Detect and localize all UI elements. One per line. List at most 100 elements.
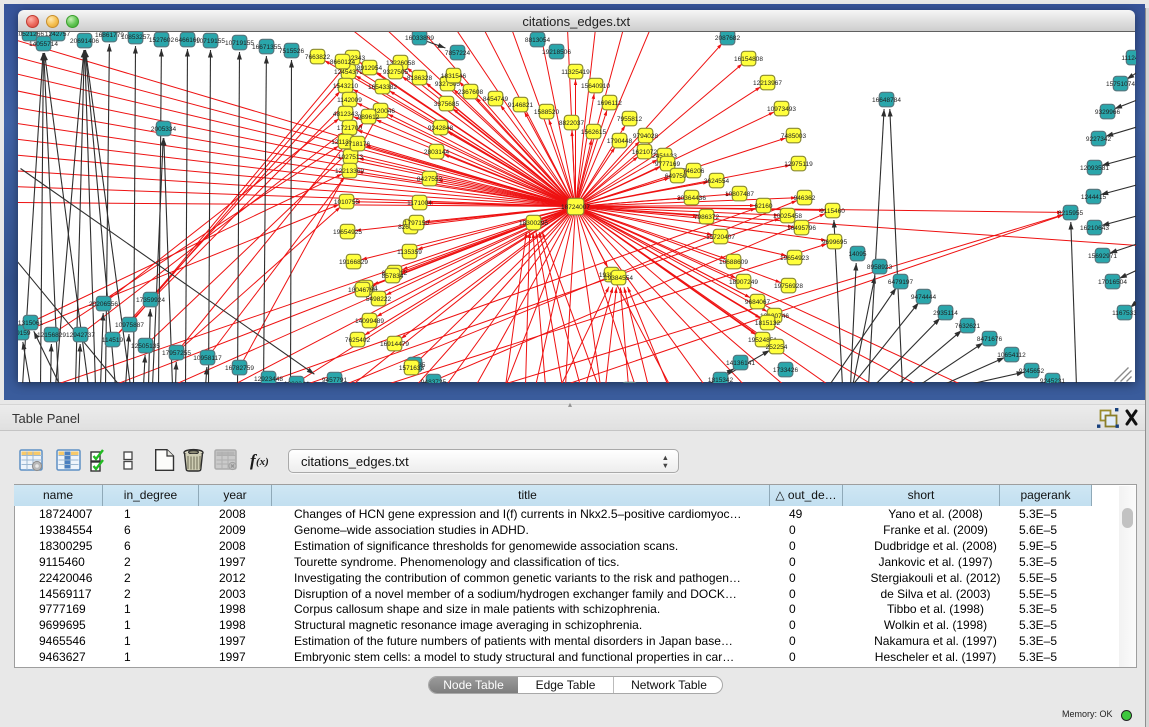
svg-text:7485003: 7485003 (780, 132, 806, 139)
svg-text:1790448: 1790448 (606, 137, 632, 144)
svg-text:1797150: 1797150 (403, 219, 429, 226)
svg-text:1733426: 1733426 (772, 366, 798, 373)
svg-text:252254: 252254 (765, 343, 787, 350)
svg-text:1527602: 1527602 (148, 36, 174, 43)
svg-text:9146821: 9146821 (507, 101, 533, 108)
svg-text:1815342: 1815342 (707, 376, 733, 382)
svg-text:9794028: 9794028 (632, 132, 658, 139)
svg-text:10719155: 10719155 (225, 39, 254, 46)
svg-text:989612: 989612 (357, 113, 379, 120)
svg-text:15640910: 15640910 (581, 82, 610, 89)
svg-text:19654925: 19654925 (333, 228, 362, 235)
svg-text:10654112: 10654112 (997, 351, 1026, 358)
svg-text:18907249: 18907249 (729, 278, 758, 285)
svg-text:15751074: 15751074 (1106, 80, 1135, 87)
svg-text:16648784: 16648784 (872, 96, 901, 103)
svg-text:1571633: 1571633 (398, 364, 424, 371)
svg-text:19756928: 19756928 (774, 282, 803, 289)
svg-text:9699695: 9699695 (821, 238, 847, 245)
svg-text:10958117: 10958117 (193, 354, 222, 361)
svg-text:(x): (x) (256, 456, 269, 468)
svg-text:1142009: 1142009 (337, 96, 362, 103)
svg-text:7625402: 7625402 (344, 336, 370, 343)
svg-text:14136141: 14136141 (726, 359, 755, 366)
svg-text:3624554: 3624554 (703, 177, 729, 184)
svg-text:946362: 946362 (793, 194, 815, 201)
svg-text:1292344: 1292344 (283, 380, 309, 382)
svg-text:2803144: 2803144 (423, 148, 449, 155)
svg-text:8813054: 8813054 (524, 36, 550, 43)
svg-text:16495796: 16495796 (787, 224, 816, 231)
svg-text:1831546: 1831546 (440, 72, 466, 79)
svg-text:7515526: 7515526 (278, 47, 304, 54)
svg-text:9474444: 9474444 (910, 293, 936, 300)
svg-text:9483725: 9483725 (420, 378, 446, 382)
svg-text:10973493: 10973493 (767, 105, 796, 112)
svg-text:7663822: 7663822 (304, 53, 330, 60)
svg-text:39159: 39159 (18, 329, 31, 336)
svg-text:14055714: 14055714 (29, 40, 58, 47)
svg-text:12975119: 12975119 (784, 160, 813, 167)
svg-text:8912954: 8912954 (356, 64, 382, 71)
svg-text:746206: 746206 (682, 167, 704, 174)
svg-text:12213369: 12213369 (335, 167, 364, 174)
svg-text:7955812: 7955812 (616, 115, 642, 122)
svg-text:5498222: 5498222 (365, 295, 391, 302)
svg-text:18300295: 18300295 (519, 219, 548, 226)
svg-text:10025458: 10025458 (773, 212, 802, 219)
svg-text:6479197: 6479197 (887, 278, 913, 285)
svg-text:8186328: 8186328 (406, 74, 432, 81)
svg-text:19218506: 19218506 (542, 48, 571, 55)
svg-text:1588520: 1588520 (533, 108, 559, 115)
svg-text:10853257: 10853257 (121, 33, 150, 40)
svg-text:16154808: 16154808 (734, 55, 763, 62)
svg-text:12156829: 12156829 (37, 331, 66, 338)
svg-text:19384554: 19384554 (604, 274, 633, 281)
svg-text:2367608: 2367608 (457, 88, 483, 95)
svg-text:16033809: 16033809 (405, 34, 434, 41)
svg-text:19654923: 19654923 (780, 254, 809, 261)
svg-text:10688609: 10688609 (719, 258, 748, 265)
svg-text:2935114: 2935114 (933, 309, 958, 316)
svg-text:8215955: 8215955 (1057, 209, 1083, 216)
svg-text:9777169: 9777169 (654, 160, 680, 167)
svg-text:20206556: 20206556 (89, 300, 118, 307)
svg-text:1815132: 1815132 (754, 319, 780, 326)
svg-text:12505135: 12505135 (131, 342, 160, 349)
svg-text:9242848: 9242848 (427, 124, 453, 131)
svg-text:16671355: 16671355 (252, 43, 281, 50)
svg-text:7986372: 7986372 (693, 213, 719, 220)
svg-text:11325419: 11325419 (561, 68, 590, 75)
svg-text:9684067: 9684067 (744, 298, 770, 305)
svg-text:9457791: 9457791 (321, 376, 347, 382)
svg-text:10975887: 10975887 (115, 321, 144, 328)
svg-text:20364436: 20364436 (677, 194, 706, 201)
svg-text:2087682: 2087682 (714, 34, 740, 41)
svg-text:15692971: 15692971 (1088, 252, 1117, 259)
svg-text:9245231: 9245231 (1039, 377, 1065, 382)
svg-text:1244415: 1244415 (1080, 193, 1106, 200)
svg-text:17957255: 17957255 (162, 349, 191, 356)
svg-text:10719155: 10719155 (196, 37, 225, 44)
svg-text:14099489: 14099489 (355, 317, 384, 324)
svg-text:9329966: 9329966 (1094, 108, 1120, 115)
svg-text:1315061: 1315061 (18, 319, 44, 326)
svg-text:12923448: 12923448 (254, 375, 283, 382)
svg-text:857834: 857834 (381, 272, 403, 279)
svg-text:14095: 14095 (848, 250, 866, 257)
svg-text:12093581: 12093581 (1080, 164, 1109, 171)
svg-text:8471676: 8471676 (976, 335, 1002, 342)
svg-text:7632621: 7632621 (954, 322, 980, 329)
svg-text:17359924: 17359924 (136, 296, 165, 303)
svg-text:1167533: 1167533 (1112, 309, 1136, 316)
svg-text:16543382: 16543382 (368, 83, 397, 90)
svg-text:12213967: 12213967 (753, 79, 782, 86)
svg-text:1562615: 1562615 (580, 128, 606, 135)
svg-text:1112453: 1112453 (1121, 54, 1136, 61)
svg-text:17016504: 17016504 (1098, 278, 1127, 285)
svg-text:114519: 114519 (101, 336, 123, 343)
svg-text:1242757: 1242757 (44, 32, 70, 38)
svg-text:16782759: 16782759 (225, 364, 254, 371)
svg-text:19166829: 19166829 (339, 258, 368, 265)
svg-text:1027513: 1027513 (337, 153, 363, 160)
